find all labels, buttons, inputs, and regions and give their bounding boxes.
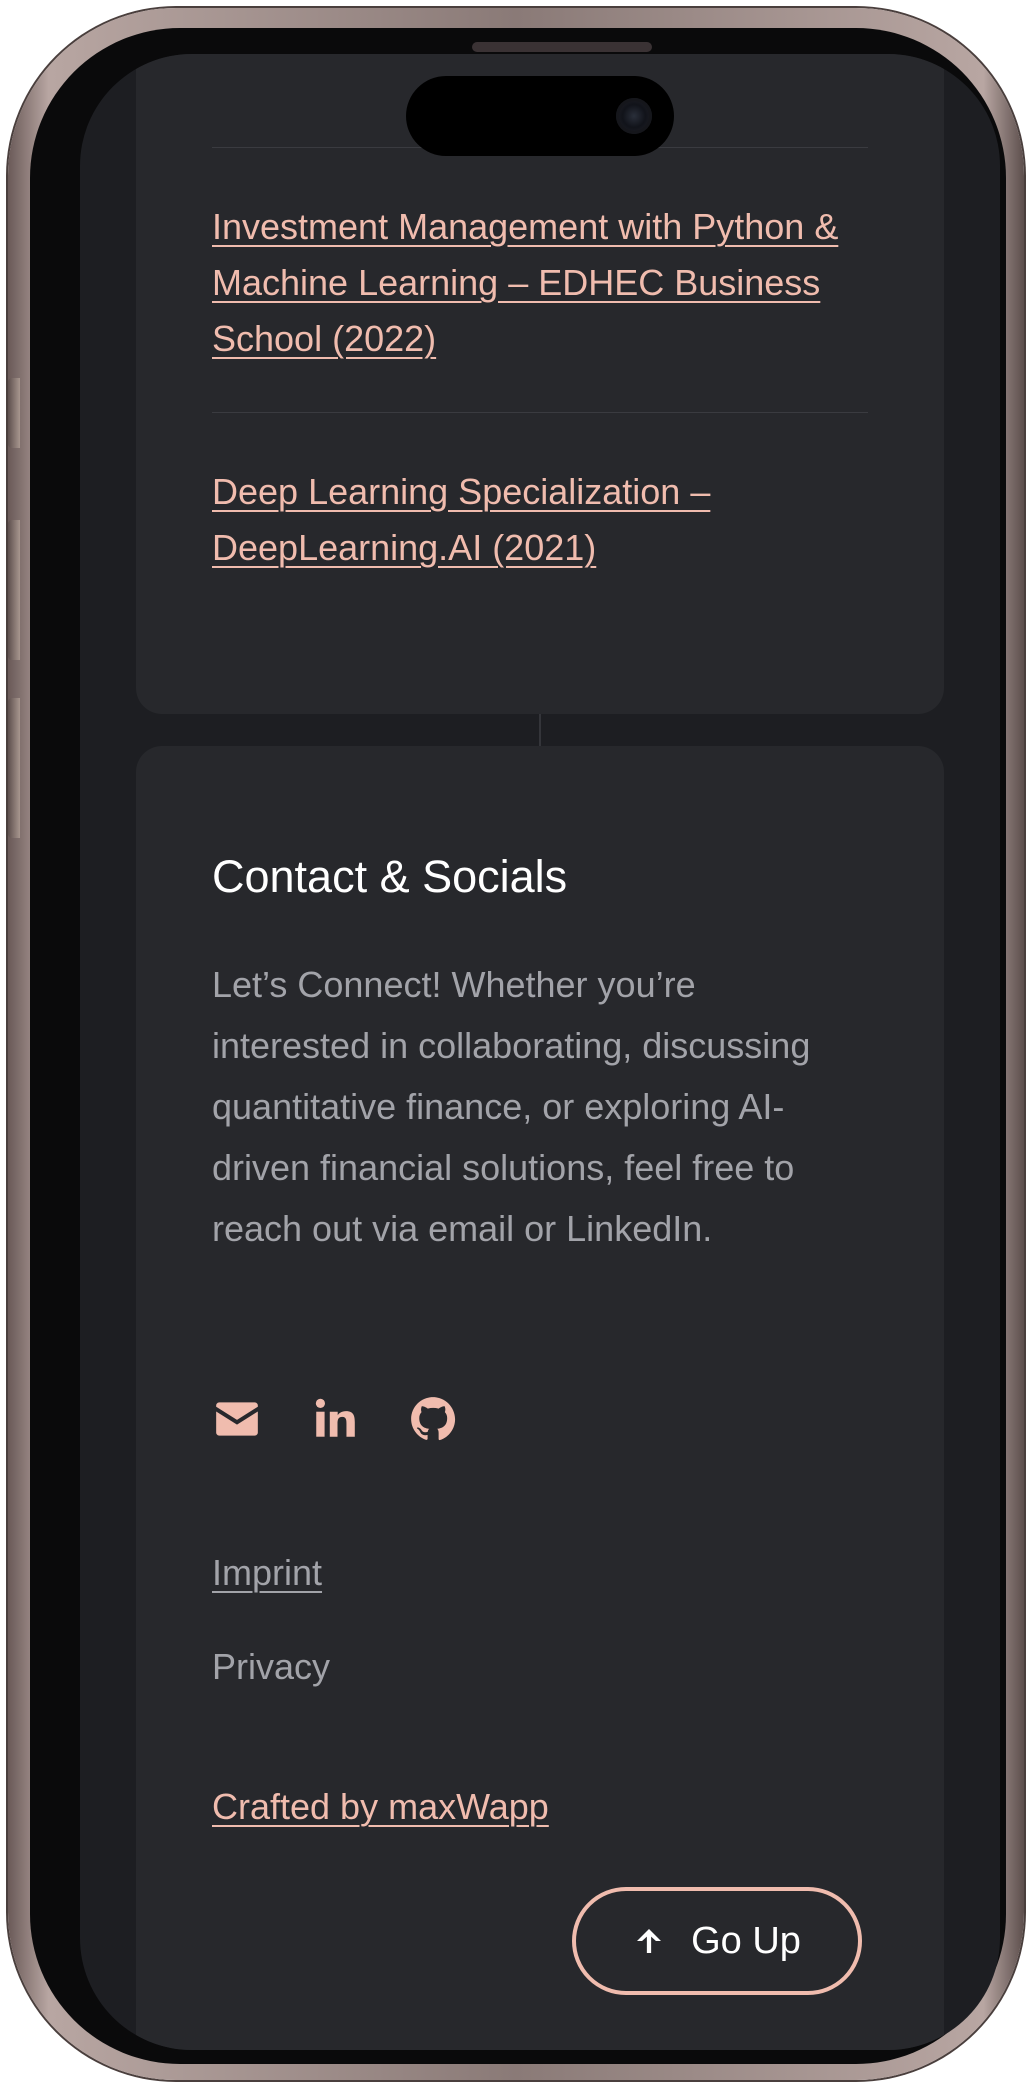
imprint-link[interactable]: Imprint [212, 1548, 322, 1598]
privacy-link[interactable]: Privacy [212, 1642, 330, 1692]
camera-icon [616, 98, 652, 134]
crafted-by-link[interactable]: Crafted by maxWapp [212, 1782, 549, 1832]
action-button [8, 378, 20, 448]
divider [212, 412, 868, 413]
screen: Investment Management with Python & Mach… [80, 54, 1000, 2050]
certification-link[interactable]: Investment Management with Python & Mach… [212, 199, 852, 367]
linkedin-icon[interactable] [310, 1394, 360, 1444]
dynamic-island [406, 76, 674, 156]
github-icon[interactable] [408, 1394, 458, 1444]
go-up-button[interactable]: Go Up [572, 1887, 862, 1995]
arrow-up-icon [637, 1929, 662, 1953]
section-title: Contact & Socials [212, 851, 568, 902]
go-up-label: Go Up [691, 1919, 801, 1962]
volume-up-button [8, 520, 20, 660]
contact-intro: Let’s Connect! Whether you’re interested… [212, 964, 811, 1249]
certification-link[interactable]: Deep Learning Specialization – DeepLearn… [212, 464, 852, 576]
speaker-slot [472, 42, 652, 52]
volume-down-button [8, 698, 20, 838]
phone-frame: Investment Management with Python & Mach… [8, 8, 1024, 2080]
envelope-icon[interactable] [212, 1394, 262, 1444]
